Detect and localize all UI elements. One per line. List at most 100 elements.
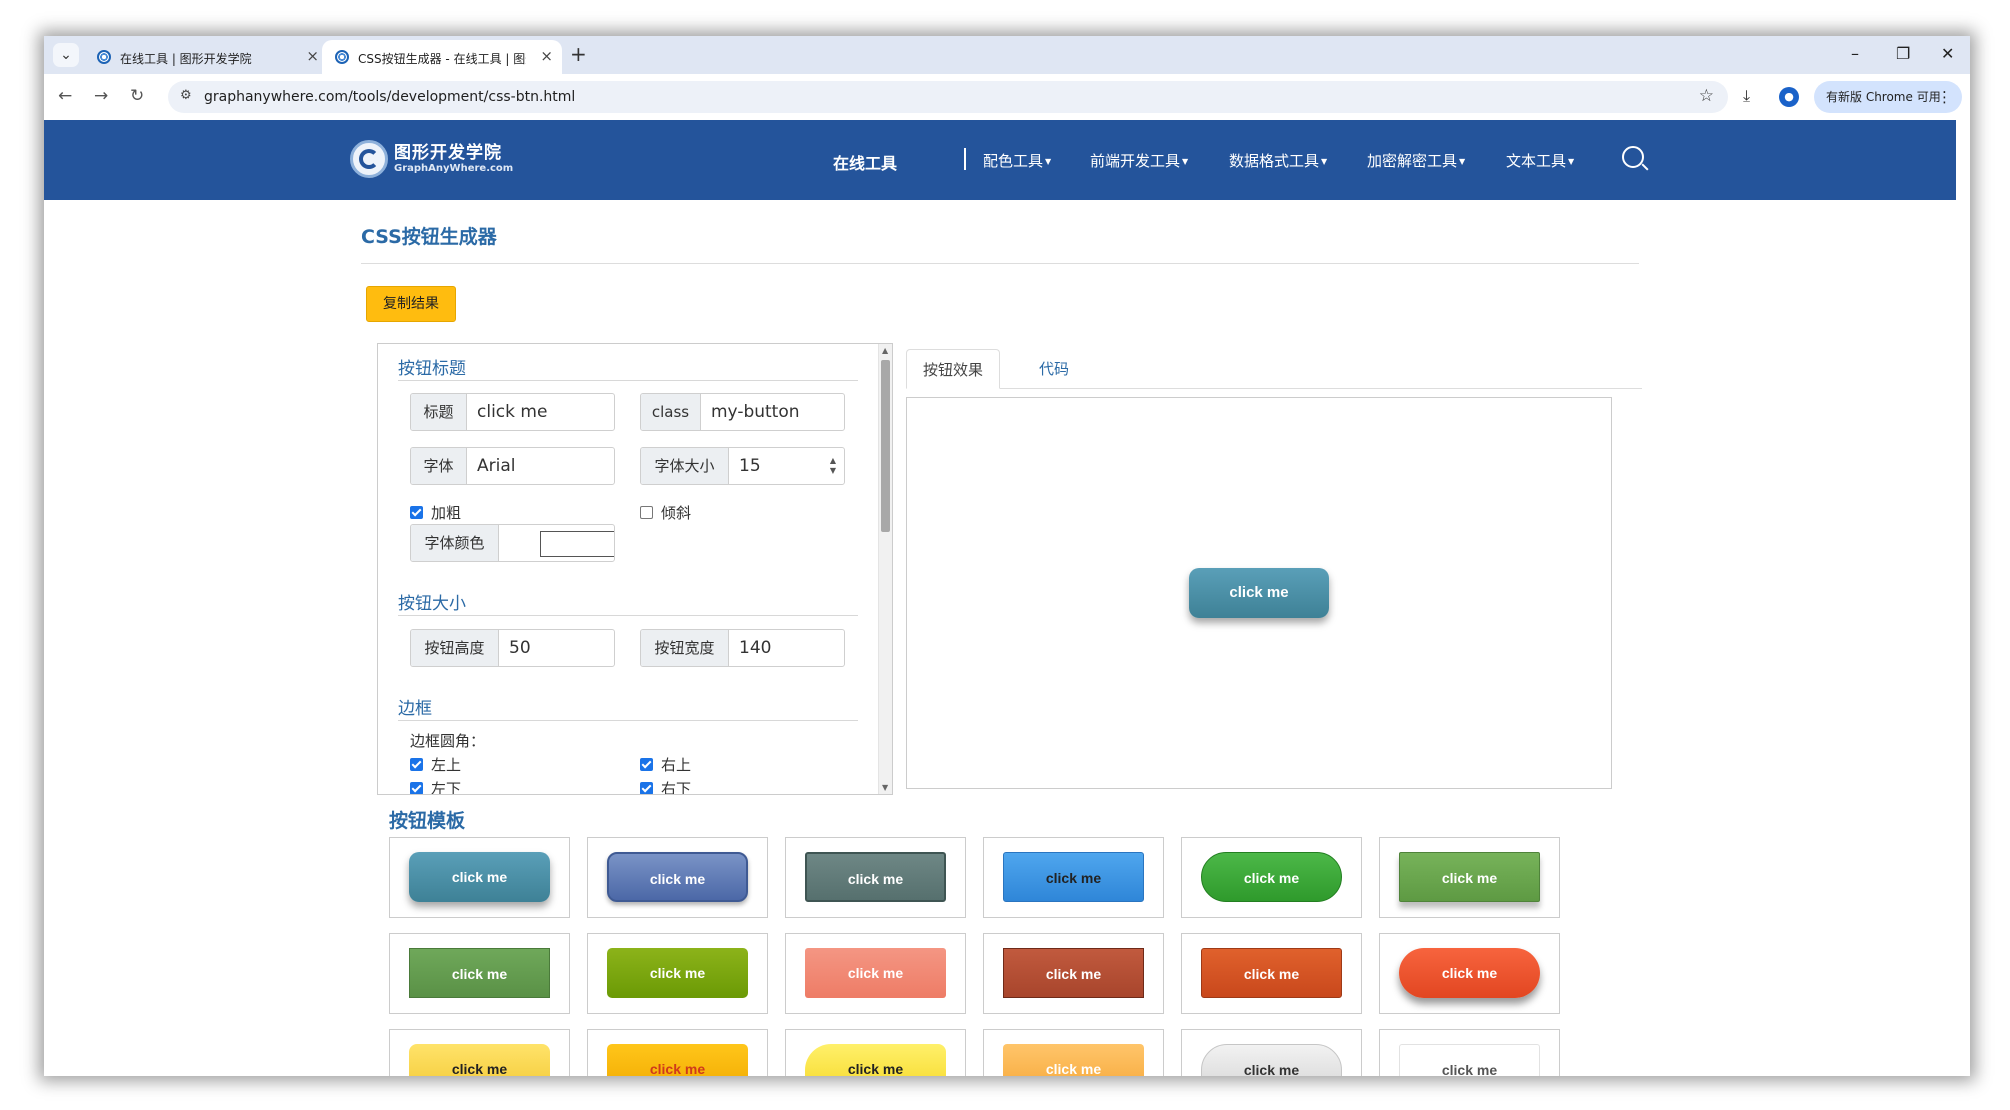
font-size-input[interactable]: 15 — [739, 448, 761, 484]
template-button-steelblue[interactable]: click me — [607, 852, 748, 902]
template-button-green[interactable]: click me — [1201, 852, 1342, 902]
preview-button[interactable]: click me — [1189, 568, 1329, 618]
search-icon[interactable] — [1622, 146, 1644, 168]
template-button-tomato[interactable]: click me — [1399, 948, 1540, 998]
template-button-salmon[interactable]: click me — [805, 948, 946, 998]
corner-bottom-left-checkbox[interactable]: 左下 — [410, 778, 461, 794]
scrollbar-thumb[interactable] — [881, 360, 890, 532]
template-button-amber[interactable]: click me — [607, 1044, 748, 1076]
template-card[interactable]: click me — [389, 1029, 570, 1076]
address-bar[interactable]: ⚙ graphanywhere.com/tools/development/cs… — [168, 81, 1728, 113]
template-card[interactable]: click me — [587, 837, 768, 918]
template-card[interactable]: click me — [1181, 1029, 1362, 1076]
checkbox-checked-icon[interactable] — [410, 782, 423, 794]
tab-close-icon[interactable]: × — [306, 48, 319, 64]
checkbox-checked-icon[interactable] — [410, 758, 423, 771]
templates-grid: click me click me click me click me click me… — [389, 837, 1560, 1076]
template-button-lime[interactable]: click me — [607, 948, 748, 998]
checkbox-checked-icon[interactable] — [640, 758, 653, 771]
number-stepper-icon[interactable]: ▲ ▼ — [830, 456, 836, 476]
section-title-button-size: 按钮大小 — [398, 594, 466, 614]
corner-bottom-right-checkbox[interactable]: 右下 — [640, 778, 691, 794]
title-input-group: 标题 click me — [410, 393, 615, 431]
template-button-peach[interactable]: click me — [1003, 1044, 1144, 1076]
scroll-down-icon[interactable]: ▼ — [882, 783, 888, 792]
class-input[interactable]: my-button — [711, 394, 800, 430]
browser-tab-css-button-generator[interactable]: CSS按钮生成器 - 在线工具 | 图形开发学院 × — [322, 40, 562, 74]
site-logo-name[interactable]: 图形开发学院 — [394, 138, 502, 163]
profile-avatar-icon[interactable]: ● — [1779, 87, 1799, 107]
minimize-button[interactable]: – — [1851, 44, 1859, 64]
template-card[interactable]: click me — [983, 933, 1164, 1014]
title-input[interactable]: click me — [477, 394, 547, 430]
corner-top-right-checkbox[interactable]: 右上 — [640, 754, 691, 775]
tab-search-button[interactable]: ⌄ — [53, 43, 79, 67]
template-button-lemon[interactable]: click me — [409, 1044, 550, 1076]
template-button-white[interactable]: click me — [1399, 1044, 1540, 1076]
template-card[interactable]: click me — [1379, 1029, 1560, 1076]
caret-down-icon: ▼ — [1182, 157, 1189, 166]
font-input[interactable]: Arial — [477, 448, 515, 484]
nav-online-tools[interactable]: 在线工具 — [833, 150, 897, 174]
nav-data-format-tools[interactable]: 数据格式工具 ▼ — [1229, 150, 1327, 171]
nav-color-tools[interactable]: 配色工具 ▼ — [983, 150, 1051, 171]
restore-button[interactable]: ❐ — [1896, 44, 1910, 64]
settings-scrollbar[interactable]: ▲ ▼ — [878, 344, 892, 794]
corner-top-left-checkbox[interactable]: 左上 — [410, 754, 461, 775]
font-color-picker[interactable] — [540, 531, 614, 557]
back-arrow-icon[interactable]: ← — [58, 86, 72, 106]
download-icon[interactable]: ⤓ — [1743, 86, 1750, 106]
template-card[interactable]: click me — [983, 837, 1164, 918]
forward-arrow-icon[interactable]: → — [94, 86, 108, 106]
bold-checkbox[interactable]: 加粗 — [410, 502, 461, 523]
nav-crypto-tools[interactable]: 加密解密工具 ▼ — [1367, 150, 1465, 171]
template-card[interactable]: click me — [785, 933, 966, 1014]
template-card[interactable]: click me — [587, 933, 768, 1014]
template-card[interactable]: click me — [983, 1029, 1164, 1076]
nav-text-tools[interactable]: 文本工具 ▼ — [1506, 150, 1574, 171]
checkbox-checked-icon[interactable] — [410, 506, 423, 519]
template-button-silver[interactable]: click me — [1201, 1044, 1342, 1076]
template-button-skyblue[interactable]: click me — [1003, 852, 1144, 902]
template-card[interactable]: click me — [785, 1029, 966, 1076]
template-card[interactable]: click me — [587, 1029, 768, 1076]
template-button-brick[interactable]: click me — [1003, 948, 1144, 998]
scroll-up-icon[interactable]: ▲ — [882, 346, 888, 355]
site-logo-icon[interactable] — [350, 140, 388, 178]
window-close-button[interactable]: ✕ — [1941, 44, 1954, 64]
italic-checkbox[interactable]: 倾斜 — [640, 502, 691, 523]
template-card[interactable]: click me — [1181, 933, 1362, 1014]
chrome-update-button[interactable]: 有新版 Chrome 可用 ⋮ — [1814, 81, 1962, 113]
template-card[interactable]: click me — [1379, 837, 1560, 918]
button-height-input[interactable]: 50 — [509, 630, 531, 666]
settings-panel[interactable]: ▲ ▼ 按钮标题 标题 click me class my-button 字体 … — [377, 343, 893, 795]
new-tab-button[interactable]: + — [570, 43, 587, 65]
tab-close-icon[interactable]: × — [540, 48, 553, 64]
reload-icon[interactable]: ↻ — [130, 86, 144, 106]
template-card[interactable]: click me — [389, 933, 570, 1014]
template-button-leaf[interactable]: click me — [1399, 852, 1540, 902]
checkbox-checked-icon[interactable] — [640, 782, 653, 794]
copy-result-button[interactable]: 复制结果 — [366, 286, 456, 322]
template-card[interactable]: click me — [1379, 933, 1560, 1014]
template-button-moss[interactable]: click me — [409, 948, 550, 998]
button-width-input[interactable]: 140 — [739, 630, 771, 666]
button-width-label: 按钮宽度 — [641, 630, 729, 666]
checkbox-unchecked-icon[interactable] — [640, 506, 653, 519]
kebab-menu-icon[interactable]: ⋮ — [1937, 81, 1952, 113]
template-button-slate[interactable]: click me — [805, 852, 946, 902]
url-text[interactable]: graphanywhere.com/tools/development/css-… — [204, 89, 575, 105]
nav-frontend-tools[interactable]: 前端开发工具 ▼ — [1090, 150, 1188, 171]
template-card[interactable]: click me — [785, 837, 966, 918]
template-card[interactable]: click me — [389, 837, 570, 918]
tab-code[interactable]: 代码 — [1023, 349, 1085, 389]
template-card[interactable]: click me — [1181, 837, 1362, 918]
bookmark-star-icon[interactable]: ☆ — [1699, 86, 1714, 106]
browser-tab-online-tools[interactable]: 在线工具 | 图形开发学院 × — [84, 40, 328, 74]
template-button-sun[interactable]: click me — [805, 1044, 946, 1076]
tab-button-effect[interactable]: 按钮效果 — [906, 349, 1001, 389]
template-button-teal[interactable]: click me — [409, 852, 550, 902]
template-button-rust[interactable]: click me — [1201, 948, 1342, 998]
site-info-icon[interactable]: ⚙ — [180, 88, 192, 103]
title-divider — [361, 263, 1639, 264]
